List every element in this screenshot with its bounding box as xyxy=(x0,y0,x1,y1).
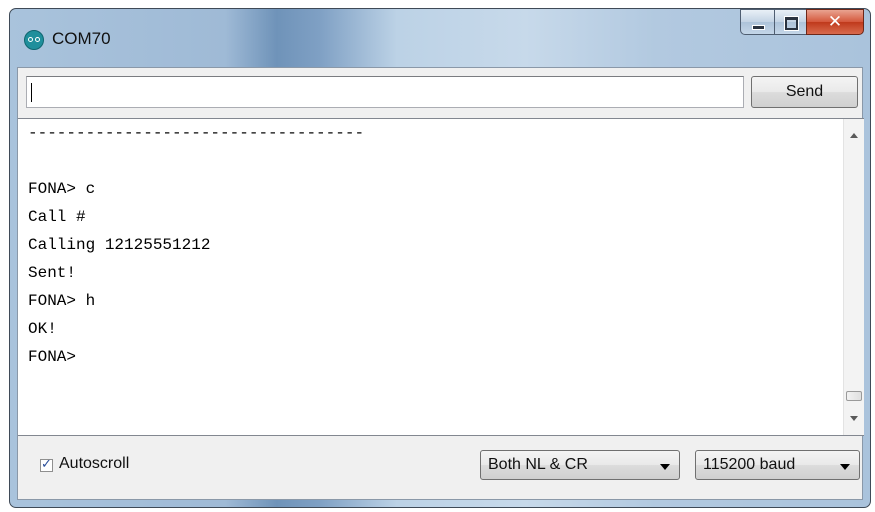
chevron-down-icon xyxy=(660,464,670,470)
minimize-button[interactable] xyxy=(740,9,774,35)
scroll-down-icon[interactable] xyxy=(850,416,858,421)
text-caret xyxy=(31,83,32,102)
close-button[interactable]: ✕ xyxy=(806,9,864,35)
autoscroll-label[interactable]: Autoscroll xyxy=(59,455,129,473)
serial-line xyxy=(28,147,828,175)
window-title: COM70 xyxy=(52,29,111,48)
scroll-up-icon[interactable] xyxy=(850,133,858,138)
status-footer: ✓ Autoscroll Both NL & CR 115200 baud xyxy=(18,436,862,499)
scrollbar-thumb[interactable] xyxy=(846,391,862,401)
close-icon: ✕ xyxy=(827,12,843,32)
serial-line: Call # xyxy=(28,208,86,226)
vertical-scrollbar[interactable] xyxy=(843,119,864,435)
serial-monitor-window: COM70 ✕ Send ---------------------------… xyxy=(9,8,871,508)
serial-line: FONA> h xyxy=(28,292,96,310)
client-area: Send -----------------------------------… xyxy=(17,67,864,500)
serial-line: FONA> xyxy=(28,348,77,366)
maximize-button[interactable] xyxy=(774,9,806,35)
minimize-icon xyxy=(752,25,765,30)
title-bar[interactable]: COM70 ✕ xyxy=(10,9,870,61)
maximize-icon xyxy=(785,17,798,30)
serial-output-text: ----------------------------------- FONA… xyxy=(28,119,828,371)
serial-line: FONA> c xyxy=(28,180,96,198)
serial-output[interactable]: ----------------------------------- FONA… xyxy=(18,118,864,436)
baud-rate-value: 115200 baud xyxy=(703,456,796,473)
serial-line: Sent! xyxy=(28,264,77,282)
line-ending-value: Both NL & CR xyxy=(488,456,588,473)
serial-line: OK! xyxy=(28,320,57,338)
autoscroll-checkbox[interactable]: ✓ xyxy=(40,457,53,472)
serial-input[interactable] xyxy=(26,76,744,108)
serial-line: ----------------------------------- xyxy=(28,124,365,142)
send-button[interactable]: Send xyxy=(751,76,858,108)
arduino-icon xyxy=(24,30,44,50)
window-controls: ✕ xyxy=(740,9,864,35)
line-ending-select[interactable]: Both NL & CR xyxy=(480,450,680,480)
serial-line: Calling 12125551212 xyxy=(28,236,211,254)
chevron-down-icon xyxy=(840,464,850,470)
checkmark-icon: ✓ xyxy=(41,457,52,472)
baud-rate-select[interactable]: 115200 baud xyxy=(695,450,860,480)
